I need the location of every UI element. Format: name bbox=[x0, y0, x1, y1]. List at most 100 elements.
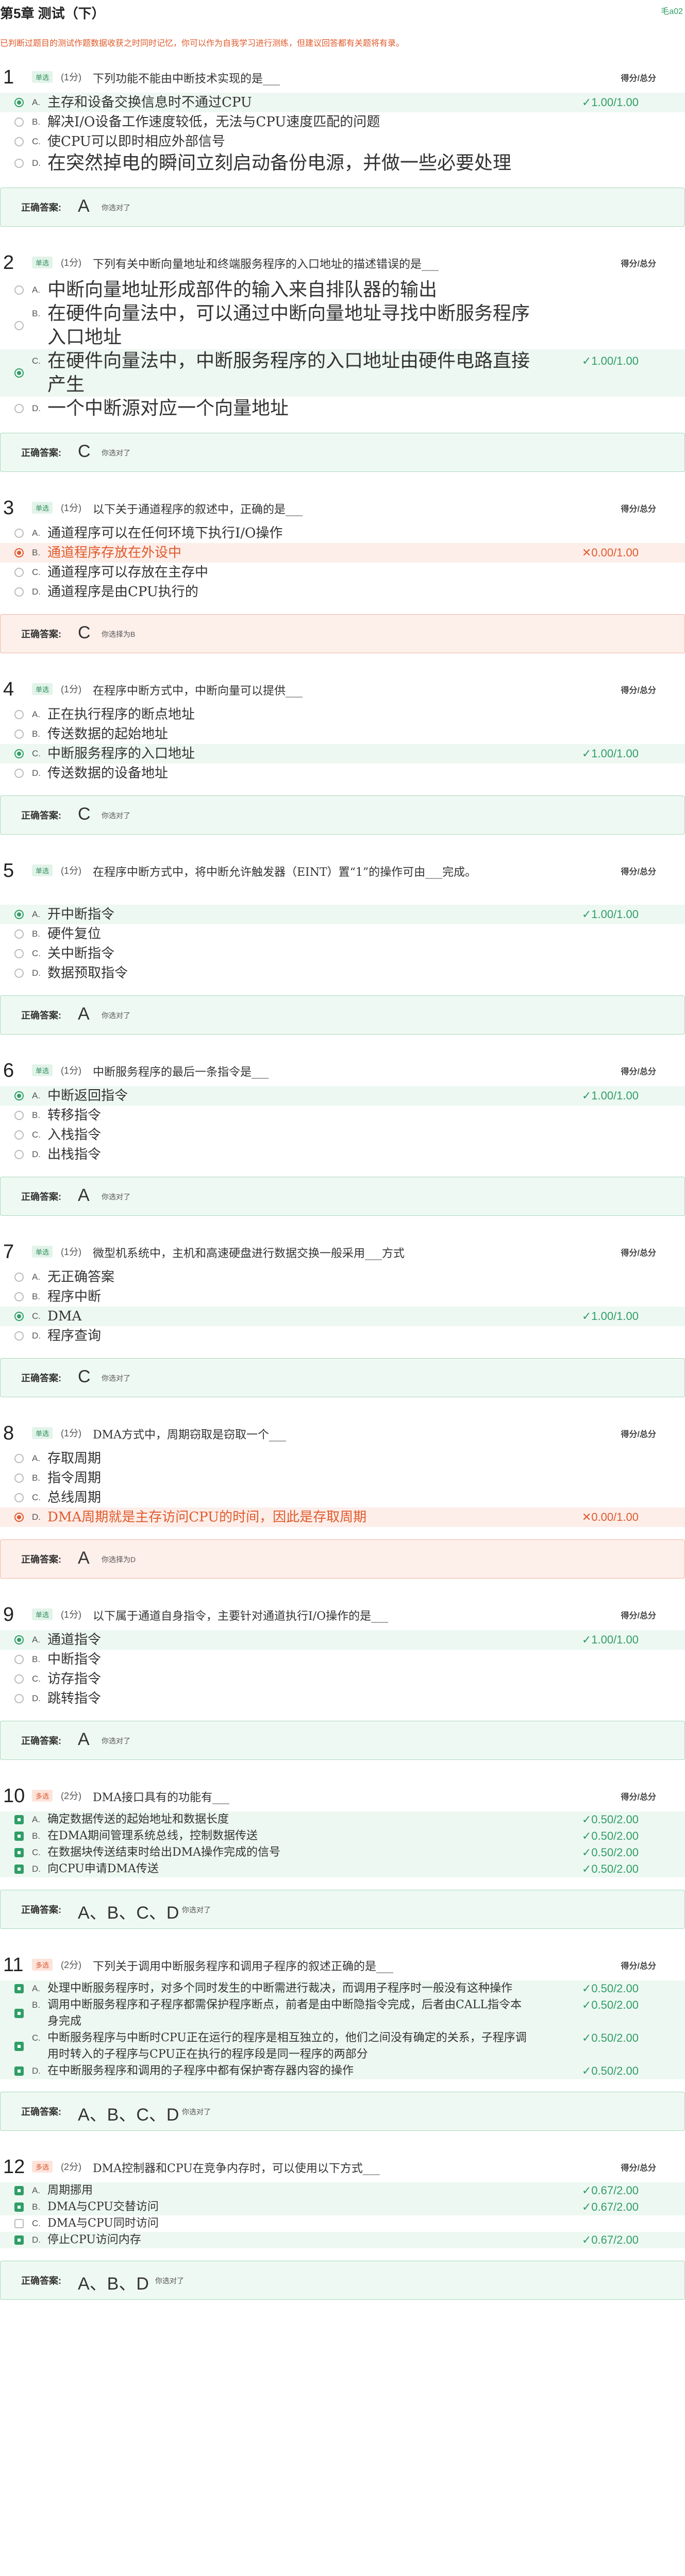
option-row[interactable]: A. 正在执行程序的断点地址 bbox=[0, 705, 685, 724]
option-radio[interactable] bbox=[14, 1635, 24, 1645]
option-row[interactable]: D. 程序查询 bbox=[0, 1326, 685, 1346]
option-row[interactable]: A. 开中断指令 ✓1.00/1.00 bbox=[0, 905, 685, 924]
option-radio[interactable] bbox=[14, 404, 24, 413]
option-radio[interactable] bbox=[14, 730, 24, 739]
option-radio[interactable] bbox=[14, 98, 24, 107]
option-row[interactable]: D. 停止CPU访问内存 ✓0.67/2.00 bbox=[0, 2232, 685, 2248]
option-radio[interactable] bbox=[14, 1312, 24, 1321]
option-radio[interactable] bbox=[14, 1091, 24, 1100]
option-row[interactable]: B. 调用中断服务程序和子程序都需保护程序断点，前者是由中断隐指令完成，后者由CA… bbox=[0, 1997, 685, 2030]
option-radio[interactable] bbox=[14, 529, 24, 538]
option-row[interactable]: B. 中断指令 bbox=[0, 1650, 685, 1669]
option-radio[interactable] bbox=[14, 1292, 24, 1301]
option-checkbox[interactable] bbox=[14, 2235, 24, 2245]
option-row[interactable]: D. 跳转指令 bbox=[0, 1689, 685, 1708]
option-row[interactable]: A. 存取周期 bbox=[0, 1449, 685, 1468]
option-row[interactable]: D. 数据预取指令 bbox=[0, 963, 685, 983]
option-row[interactable]: A. 无正确答案 bbox=[0, 1267, 685, 1287]
option-radio[interactable] bbox=[14, 949, 24, 958]
option-radio[interactable] bbox=[14, 1111, 24, 1120]
option-row[interactable]: B. DMA与CPU交替访问 ✓0.67/2.00 bbox=[0, 2199, 685, 2215]
option-letter: B. bbox=[32, 1110, 41, 1120]
option-radio[interactable] bbox=[14, 117, 24, 127]
top-right-link[interactable]: 毛a02 bbox=[661, 4, 683, 16]
option-radio[interactable] bbox=[14, 548, 24, 557]
option-radio[interactable] bbox=[14, 1513, 24, 1522]
option-row[interactable]: A. 通道程序可以在任何环境下执行I/O操作 bbox=[0, 523, 685, 543]
option-row[interactable]: C. 中断服务程序与中断时CPU正在运行的程序是相互独立的，他们之间没有确定的关系… bbox=[0, 2030, 685, 2063]
option-row[interactable]: B. 在硬件向量法中，可以通过中断向量地址寻找中断服务程序入口地址 bbox=[0, 302, 685, 349]
option-row[interactable]: C. 总线周期 bbox=[0, 1488, 685, 1507]
option-radio[interactable] bbox=[14, 159, 24, 168]
option-radio[interactable] bbox=[14, 321, 24, 330]
option-row[interactable]: B. 在DMA期间管理系统总线，控制数据传送 ✓0.50/2.00 bbox=[0, 1828, 685, 1844]
option-row[interactable]: D. 传送数据的设备地址 bbox=[0, 764, 685, 783]
option-radio[interactable] bbox=[14, 1454, 24, 1463]
option-radio[interactable] bbox=[14, 749, 24, 758]
option-checkbox[interactable] bbox=[14, 1865, 24, 1874]
option-checkbox[interactable] bbox=[14, 2009, 24, 2018]
option-radio[interactable] bbox=[14, 1694, 24, 1703]
option-radio[interactable] bbox=[14, 710, 24, 719]
option-row[interactable]: C. 访存指令 bbox=[0, 1669, 685, 1689]
option-row[interactable]: D. 出栈指令 bbox=[0, 1145, 685, 1164]
option-row[interactable]: D. 向CPU申请DMA传送 ✓0.50/2.00 bbox=[0, 1861, 685, 1877]
option-checkbox[interactable] bbox=[14, 1984, 24, 1993]
option-checkbox[interactable] bbox=[14, 2202, 24, 2212]
option-radio[interactable] bbox=[14, 1150, 24, 1159]
option-row[interactable]: A. 确定数据传送的起始地址和数据长度 ✓0.50/2.00 bbox=[0, 1811, 685, 1828]
option-row[interactable]: C. 中断服务程序的入口地址 ✓1.00/1.00 bbox=[0, 744, 685, 764]
option-checkbox[interactable] bbox=[14, 2066, 24, 2076]
option-radio[interactable] bbox=[14, 285, 24, 295]
option-row[interactable]: C. 在数据块传送结束时给出DMA操作完成的信号 ✓0.50/2.00 bbox=[0, 1844, 685, 1861]
option-row[interactable]: C. 在硬件向量法中，中断服务程序的入口地址由硬件电路直接产生 ✓1.00/1.00 bbox=[0, 349, 685, 397]
option-row[interactable]: C. 通道程序可以存放在主存中 bbox=[0, 563, 685, 582]
option-row[interactable]: A. 周期挪用 ✓0.67/2.00 bbox=[0, 2182, 685, 2199]
option-radio[interactable] bbox=[14, 368, 24, 378]
option-radio[interactable] bbox=[14, 1473, 24, 1483]
option-row[interactable]: D. 通道程序是由CPU执行的 bbox=[0, 582, 685, 602]
option-row[interactable]: D. 在中断服务程序和调用的子程序中都有保护寄存器内容的操作 ✓0.50/2.00 bbox=[0, 2063, 685, 2079]
option-radio[interactable] bbox=[14, 1331, 24, 1341]
option-row[interactable]: B. 转移指令 bbox=[0, 1106, 685, 1125]
option-row[interactable]: B. 硬件复位 bbox=[0, 924, 685, 944]
option-row[interactable]: D. 一个中断源对应一个向量地址 bbox=[0, 397, 685, 420]
option-row[interactable]: B. 程序中断 bbox=[0, 1287, 685, 1307]
option-row[interactable]: C. 关中断指令 bbox=[0, 944, 685, 963]
option-row[interactable]: B. 传送数据的起始地址 bbox=[0, 724, 685, 744]
option-checkbox[interactable] bbox=[14, 2186, 24, 2195]
option-score: ✓0.50/2.00 bbox=[581, 1813, 639, 1826]
option-row[interactable]: B. 通道程序存放在外设中 ✕0.00/1.00 bbox=[0, 543, 685, 563]
option-checkbox[interactable] bbox=[14, 1815, 24, 1824]
option-row[interactable]: A. 中断向量地址形成部件的输入来自排队器的输出 bbox=[0, 278, 685, 302]
option-radio[interactable] bbox=[14, 969, 24, 978]
option-radio[interactable] bbox=[14, 1674, 24, 1684]
option-radio[interactable] bbox=[14, 769, 24, 778]
option-row[interactable]: C. 入栈指令 bbox=[0, 1125, 685, 1145]
question-points: (2分) bbox=[61, 1791, 81, 1801]
option-row[interactable]: C. DMA ✓1.00/1.00 bbox=[0, 1307, 685, 1326]
option-row[interactable]: A. 处理中断服务程序时，对多个同时发生的中断需进行裁决，而调用子程序时一般没有这… bbox=[0, 1980, 685, 1997]
option-radio[interactable] bbox=[14, 1493, 24, 1502]
option-row[interactable]: D. DMA周期就是主存访问CPU的时间，因此是存取周期 ✕0.00/1.00 bbox=[0, 1507, 685, 1527]
option-checkbox[interactable] bbox=[14, 2219, 24, 2228]
option-radio[interactable] bbox=[14, 910, 24, 919]
option-radio[interactable] bbox=[14, 1130, 24, 1140]
option-row[interactable]: C. 使CPU可以即时相应外部信号 bbox=[0, 132, 685, 151]
option-radio[interactable] bbox=[14, 568, 24, 577]
option-row[interactable]: B. 解决I/O设备工作速度较低，无法与CPU速度匹配的问题 bbox=[0, 112, 685, 132]
option-row[interactable]: A. 主存和设备交换信息时不通过CPU ✓1.00/1.00 bbox=[0, 93, 685, 112]
option-row[interactable]: C. DMA与CPU同时访问 bbox=[0, 2215, 685, 2232]
option-row[interactable]: A. 中断返回指令 ✓1.00/1.00 bbox=[0, 1086, 685, 1106]
option-radio[interactable] bbox=[14, 587, 24, 597]
option-radio[interactable] bbox=[14, 137, 24, 146]
option-row[interactable]: D. 在突然掉电的瞬间立刻启动备份电源，并做一些必要处理 bbox=[0, 151, 685, 175]
option-checkbox[interactable] bbox=[14, 1848, 24, 1857]
option-row[interactable]: B. 指令周期 bbox=[0, 1468, 685, 1488]
option-checkbox[interactable] bbox=[14, 1832, 24, 1841]
option-radio[interactable] bbox=[14, 1273, 24, 1282]
option-radio[interactable] bbox=[14, 929, 24, 939]
option-row[interactable]: A. 通道指令 ✓1.00/1.00 bbox=[0, 1630, 685, 1650]
option-radio[interactable] bbox=[14, 1655, 24, 1664]
option-checkbox[interactable] bbox=[14, 2042, 24, 2051]
